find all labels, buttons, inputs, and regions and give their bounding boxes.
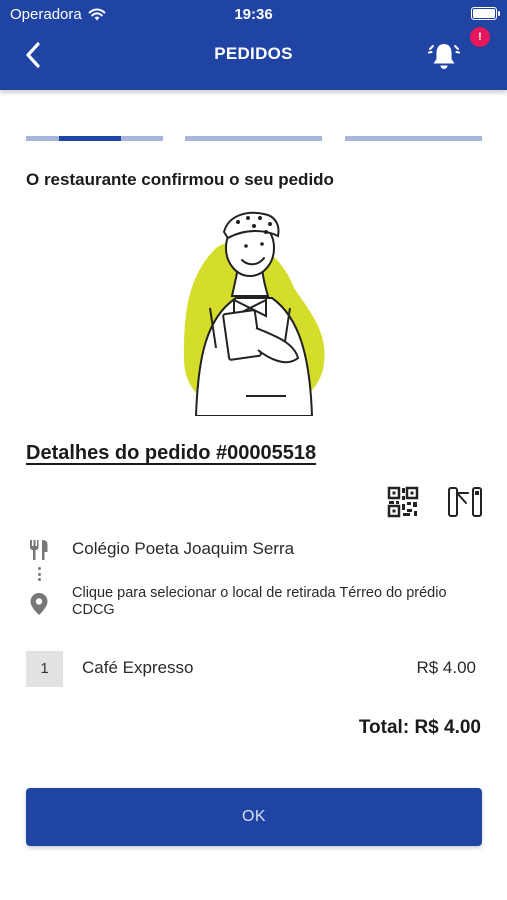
battery-icon [471,7,500,20]
item-price: R$ 4.00 [416,658,476,677]
item-quantity: 1 [26,651,63,687]
progress-step-1-fill [59,136,121,141]
bell-icon [428,44,460,69]
pickup-location-selector[interactable]: Clique para selecionar o local de retira… [72,585,482,619]
progress-step-2 [185,136,322,141]
ok-button[interactable]: OK [26,788,482,846]
turnstile-button[interactable] [446,485,484,519]
route-dots [37,567,41,581]
qr-code-icon [387,486,419,518]
progress-step-1 [26,136,163,141]
notification-badge: ! [470,27,490,47]
progress-step-3 [345,136,482,141]
item-name: Café Expresso [82,658,194,677]
restaurant-name: Colégio Poeta Joaquim Serra [72,539,295,558]
status-bar: Operadora 19:36 [0,0,507,28]
turnstile-icon [448,487,482,517]
order-details-title: Detalhes do pedido #00005518 [26,442,317,464]
app-header: Operadora 19:36 PEDIDOS ! [0,0,507,90]
notifications-button[interactable] [428,40,460,72]
qr-code-button[interactable] [386,485,420,519]
utensils-icon [30,540,48,560]
order-total: Total: R$ 4.00 [358,717,481,738]
location-pin-icon [30,593,48,615]
status-time: 19:36 [234,6,273,23]
waiter-illustration [184,211,325,416]
order-status-message: O restaurante confirmou o seu pedido [26,170,334,189]
